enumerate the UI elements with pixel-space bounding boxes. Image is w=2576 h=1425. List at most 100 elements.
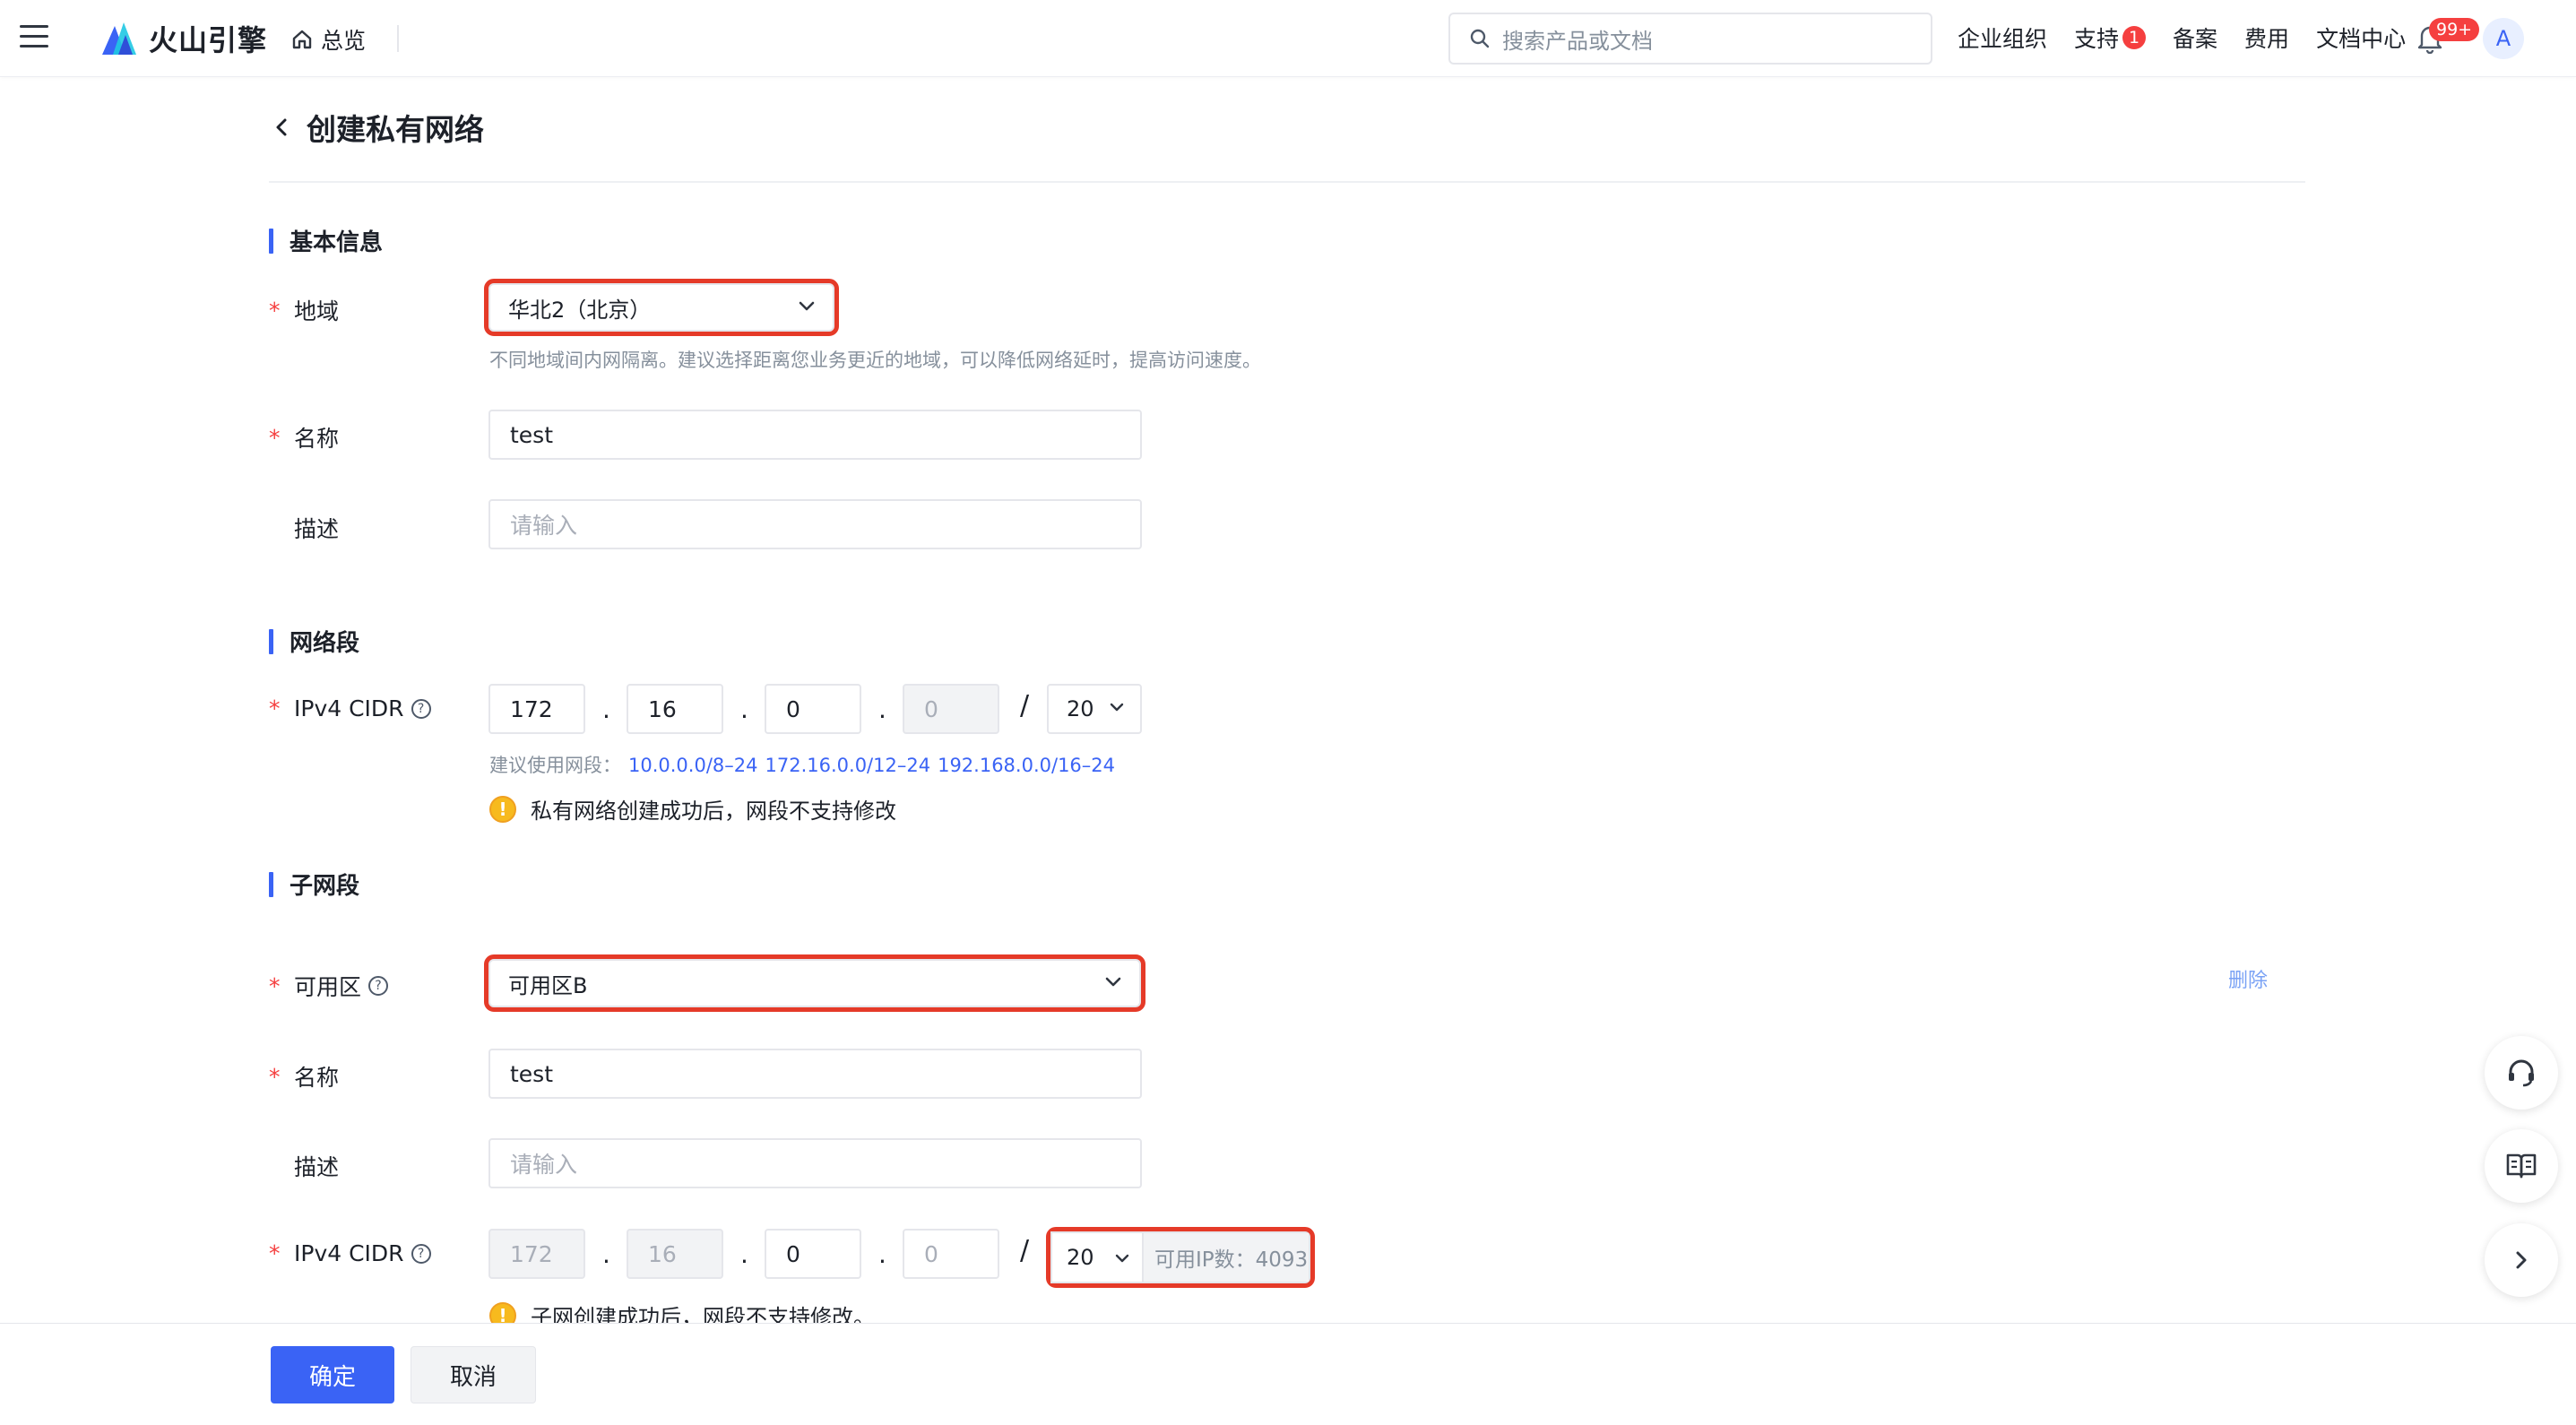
- nav-link-billing-label: 费用: [2244, 26, 2290, 52]
- zone-label-text: 可用区: [294, 974, 362, 1000]
- region-value: 华北2（北京）: [508, 297, 652, 323]
- nav-link-support[interactable]: 支持 1: [2074, 22, 2147, 54]
- zone-value: 可用区B: [508, 972, 588, 998]
- subnet-octet-3[interactable]: 0: [765, 1229, 861, 1279]
- zone-select[interactable]: 可用区B: [484, 954, 1145, 1012]
- section-subnet-title: 子网段: [290, 873, 360, 900]
- expand-panel-button[interactable]: [2485, 1223, 2558, 1297]
- region-select[interactable]: 华北2（北京）: [484, 279, 839, 336]
- nav-links: 企业组织 支持 1 备案 费用 文档中心: [1958, 22, 2433, 54]
- ip-dot: .: [602, 695, 610, 724]
- warning-icon: !: [489, 795, 516, 823]
- search-placeholder: 搜索产品或文档: [1502, 28, 1653, 54]
- back-icon[interactable]: [269, 115, 294, 140]
- cidr-suggestion: 建议使用网段： 10.0.0.0/8–24 172.16.0.0/12–24 192.…: [489, 751, 1115, 778]
- nav-link-filing[interactable]: 备案: [2173, 22, 2217, 54]
- nav-link-org[interactable]: 企业组织: [1958, 22, 2047, 54]
- section-bar: [269, 628, 273, 654]
- ip-dot: .: [878, 1239, 886, 1269]
- section-bar: [269, 871, 273, 897]
- subnet-cidr-label-text: IPv4 CIDR: [294, 1240, 404, 1266]
- section-bar: [269, 228, 273, 254]
- suggest-label: 建议使用网段：: [489, 755, 621, 776]
- vpc-octet-2[interactable]: 16: [627, 684, 723, 734]
- vpc-cidr-label: * IPv4 CIDR?: [269, 695, 431, 721]
- logo[interactable]: 火山引擎: [99, 18, 267, 59]
- subnet-prefix-value: 20: [1067, 1245, 1094, 1270]
- cidr-slash: /: [1020, 1235, 1030, 1266]
- subnet-octet-1: 172: [488, 1229, 585, 1279]
- customer-service-button[interactable]: [2485, 1036, 2558, 1110]
- name-label: * 名称: [269, 421, 339, 453]
- nav-divider: [397, 25, 399, 52]
- chevron-down-icon: [1110, 703, 1124, 712]
- zone-label: * 可用区?: [269, 970, 389, 1002]
- home-label: 总览: [321, 28, 367, 54]
- nav-link-org-label: 企业组织: [1958, 26, 2048, 52]
- name-label-text: 名称: [294, 426, 340, 452]
- home-icon: [292, 30, 312, 49]
- help-icon[interactable]: ?: [411, 1243, 431, 1264]
- page-title: 创建私有网络: [307, 112, 484, 147]
- page-header: 创建私有网络: [269, 106, 484, 149]
- description-label: 描述: [269, 512, 339, 544]
- vpc-warning-text: 私有网络创建成功后，网段不支持修改: [531, 799, 896, 824]
- subnet-octet-2: 16: [627, 1229, 723, 1279]
- cancel-button[interactable]: 取消: [411, 1346, 536, 1403]
- notification-badge: 99+: [2429, 18, 2480, 41]
- suggest-link-10[interactable]: 10.0.0.0/8–24: [628, 755, 758, 776]
- help-icon[interactable]: ?: [368, 976, 389, 996]
- vpc-octet-3[interactable]: 0: [765, 684, 861, 734]
- top-nav: 火山引擎 总览 搜索产品或文档 企业组织 支持 1 备案 费用 文档中心 99+ …: [0, 0, 2576, 77]
- name-input[interactable]: test: [488, 410, 1142, 460]
- menu-icon[interactable]: [20, 25, 48, 50]
- region-label-text: 地域: [294, 298, 340, 324]
- subnet-description-input[interactable]: 请输入: [488, 1138, 1142, 1188]
- ip-dot: .: [878, 695, 886, 724]
- subnet-description-label-text: 描述: [294, 1154, 340, 1180]
- cidr-slash: /: [1020, 690, 1030, 721]
- support-badge: 1: [2122, 26, 2147, 49]
- section-basic-info: 基本信息: [269, 224, 383, 257]
- vpc-cidr-label-text: IPv4 CIDR: [294, 695, 404, 721]
- nav-link-support-label: 支持: [2074, 26, 2120, 52]
- section-network-title: 网络段: [290, 630, 360, 657]
- subnet-cidr-label: * IPv4 CIDR?: [269, 1240, 431, 1266]
- description-label-text: 描述: [294, 516, 340, 542]
- nav-link-docs-label: 文档中心: [2316, 26, 2407, 52]
- nav-link-filing-label: 备案: [2173, 26, 2218, 52]
- header-divider: [269, 181, 2305, 183]
- vpc-prefix-value: 20: [1067, 696, 1094, 721]
- vpc-warning: ! 私有网络创建成功后，网段不支持修改: [489, 793, 896, 825]
- brand-name: 火山引擎: [149, 23, 268, 57]
- subnet-octet-4[interactable]: 0: [903, 1229, 999, 1279]
- suggest-link-172[interactable]: 172.16.0.0/12–24: [765, 755, 931, 776]
- chevron-down-icon: [799, 301, 815, 311]
- confirm-button[interactable]: 确定: [271, 1346, 394, 1403]
- section-subnet: 子网段: [269, 868, 359, 901]
- headset-icon: [2509, 1059, 2534, 1087]
- help-icon[interactable]: ?: [411, 698, 431, 719]
- vpc-prefix-select[interactable]: 20: [1047, 684, 1142, 734]
- delete-subnet-link[interactable]: 删除: [2228, 964, 2268, 993]
- book-icon: [2506, 1153, 2537, 1179]
- avatar[interactable]: A: [2483, 18, 2524, 59]
- subnet-prefix-select[interactable]: 20: [1050, 1231, 1142, 1283]
- vpc-octet-4: 0: [903, 684, 999, 734]
- nav-link-billing[interactable]: 费用: [2244, 22, 2289, 54]
- ip-dot: .: [740, 1239, 748, 1269]
- search-icon: [1470, 29, 1490, 48]
- home-link[interactable]: 总览: [290, 23, 366, 56]
- region-hint: 不同地域间内网隔离。建议选择距离您业务更近的地域，可以降低网络延时，提高访问速度…: [489, 350, 1261, 371]
- section-basic-title: 基本信息: [290, 229, 384, 256]
- docs-button[interactable]: [2485, 1129, 2558, 1203]
- available-ip-count: 可用IP数：4093: [1142, 1231, 1310, 1283]
- search-input[interactable]: 搜索产品或文档: [1448, 13, 1932, 65]
- subnet-name-label-text: 名称: [294, 1065, 340, 1091]
- suggest-link-192[interactable]: 192.168.0.0/16–24: [938, 755, 1115, 776]
- subnet-name-input[interactable]: test: [488, 1049, 1142, 1099]
- description-input[interactable]: 请输入: [488, 499, 1142, 549]
- vpc-octet-1[interactable]: 172: [488, 684, 585, 734]
- nav-link-docs[interactable]: 文档中心: [2316, 22, 2406, 54]
- subnet-description-label: 描述: [269, 1150, 339, 1182]
